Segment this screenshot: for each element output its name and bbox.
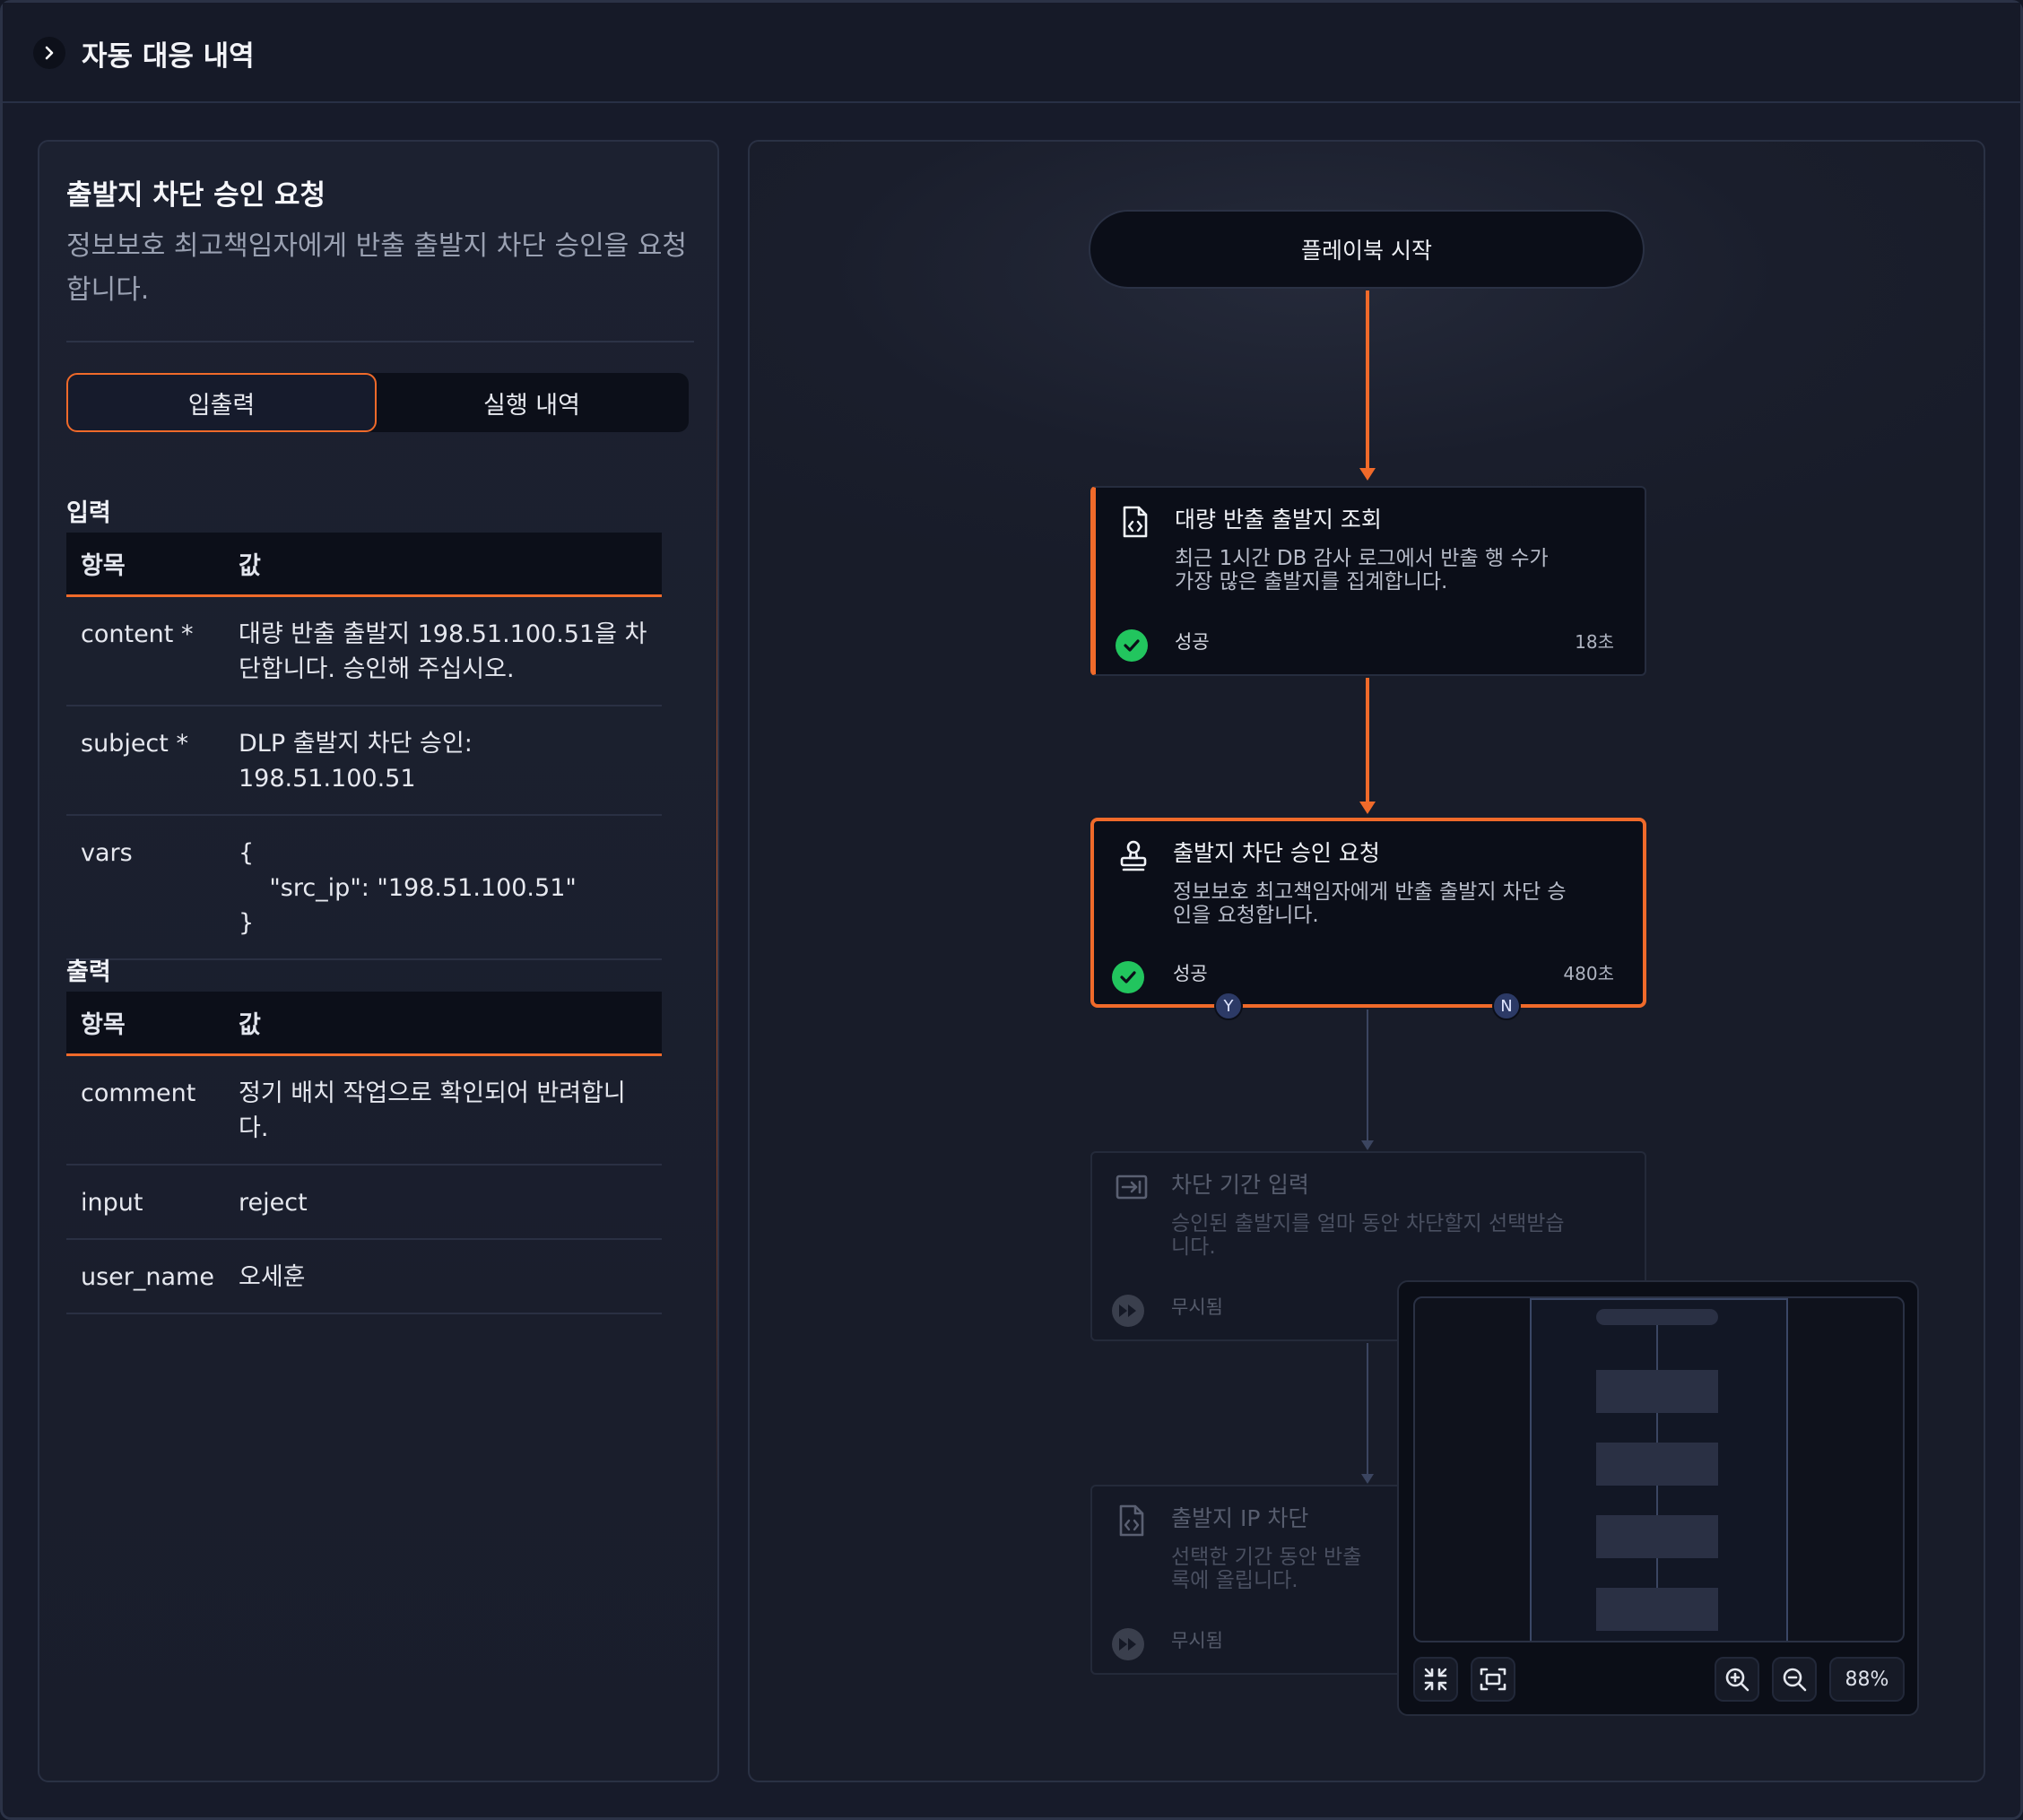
detail-title: 출발지 차단 승인 요청 [66, 179, 326, 212]
code-file-icon [1114, 1503, 1150, 1538]
table-row: input reject [66, 1166, 662, 1240]
zoom-in-icon [1725, 1668, 1750, 1692]
table-row: comment 정기 배치 작업으로 확인되어 반려합니다. [66, 1056, 662, 1166]
edge-line [1366, 290, 1369, 470]
node-description: 선택한 기간 동안 반출 록에 올립니다. [1171, 1546, 1362, 1592]
minimap-edge [1656, 1325, 1658, 1370]
node-title: 출발지 차단 승인 요청 [1173, 840, 1380, 866]
minimap-edge [1656, 1486, 1658, 1515]
fit-view-button[interactable] [1471, 1657, 1515, 1702]
zoom-level[interactable]: 88% [1829, 1657, 1905, 1702]
row-value: DLP 출발지 차단 승인: 198.51.100.51 [239, 730, 481, 793]
edge-line [1367, 1010, 1368, 1144]
minimap-panel: 88% [1397, 1280, 1919, 1716]
approval-stamp-icon [1116, 837, 1151, 873]
table-row: vars { "src_ip": "198.51.100.51" } [66, 816, 662, 960]
node-title: 대량 반출 출발지 조회 [1175, 507, 1382, 533]
node-description: 최근 1시간 DB 감사 로그에서 반출 행 수가 가장 많은 출발지를 집계합… [1175, 547, 1549, 594]
output-table: 항목 값 comment 정기 배치 작업으로 확인되어 반려합니다. inpu… [66, 992, 662, 1314]
divider [66, 341, 694, 342]
success-check-icon [1112, 961, 1144, 993]
node-description: 승인된 출발지를 얼마 동안 차단할지 선택받습니다. [1171, 1212, 1565, 1259]
row-key: content * [81, 620, 194, 648]
minimap-node [1596, 1370, 1718, 1413]
table-row: subject * DLP 출발지 차단 승인: 198.51.100.51 [66, 706, 662, 816]
node-duration: 18초 [1575, 631, 1614, 653]
detail-tabs: 입출력 실행 내역 [66, 373, 689, 432]
minimap-edge [1656, 1413, 1658, 1443]
row-key: subject * [81, 730, 188, 758]
node-status: 성공 [1175, 631, 1210, 653]
minimap-view[interactable] [1413, 1296, 1905, 1642]
flow-node-approval-request[interactable]: 출발지 차단 승인 요청 정보보호 최고책임자에게 반출 출발지 차단 승인을 … [1090, 818, 1646, 1008]
input-icon [1114, 1169, 1150, 1205]
node-duration: 480초 [1563, 963, 1614, 984]
edge-arrow [1361, 1474, 1374, 1484]
collapse-icon [1424, 1668, 1447, 1691]
playbook-canvas[interactable]: 플레이북 시작 대량 반출 출발지 조회 최근 1시간 DB 감사 로그에서 반… [748, 140, 1985, 1782]
branch-handle-yes[interactable]: Y [1214, 992, 1243, 1020]
panel-accent-line [716, 357, 717, 1522]
row-value: 오세훈 [239, 1263, 306, 1291]
tab-io[interactable]: 입출력 [66, 373, 377, 432]
node-title: 차단 기간 입력 [1171, 1172, 1309, 1198]
fit-view-icon [1480, 1668, 1506, 1691]
row-value: 대량 반출 출발지 198.51.100.51을 차단합니다. 승인해 주십시오… [239, 620, 647, 683]
zoom-out-button[interactable] [1772, 1657, 1817, 1702]
table-row: content * 대량 반출 출발지 198.51.100.51을 차단합니다… [66, 597, 662, 706]
expand-toggle-button[interactable] [33, 37, 65, 69]
minimap-toolbar: 88% [1413, 1657, 1905, 1702]
zoom-in-button[interactable] [1715, 1657, 1759, 1702]
minimap-start-node [1596, 1309, 1718, 1325]
playbook-start-node[interactable]: 플레이북 시작 [1089, 210, 1645, 289]
input-table: 항목 값 content * 대량 반출 출발지 198.51.100.51을 … [66, 533, 662, 960]
detail-description: 정보보호 최고책임자에게 반출 출발지 차단 승인을 요청합니다. [66, 230, 688, 306]
table-header: 항목 값 [66, 992, 662, 1056]
node-status: 무시됨 [1171, 1296, 1223, 1318]
node-description: 정보보호 최고책임자에게 반출 출발지 차단 승인을 요청합니다. [1173, 880, 1567, 927]
row-key: input [81, 1189, 143, 1217]
edge-arrow [1359, 468, 1376, 481]
code-file-icon [1117, 504, 1153, 540]
detail-panel: 출발지 차단 승인 요청 정보보호 최고책임자에게 반출 출발지 차단 승인을 … [38, 140, 719, 1782]
branch-handle-no[interactable]: N [1492, 992, 1521, 1020]
flow-node-query[interactable]: 대량 반출 출발지 조회 최근 1시간 DB 감사 로그에서 반출 행 수가 가… [1090, 486, 1646, 676]
minimap-edge [1656, 1558, 1658, 1588]
row-key: vars [81, 839, 133, 867]
node-title: 출발지 IP 차단 [1171, 1505, 1309, 1531]
minimap-node [1596, 1443, 1718, 1486]
row-value: 정기 배치 작업으로 확인되어 반려합니다. [239, 1079, 626, 1142]
node-status: 무시됨 [1171, 1630, 1223, 1651]
minimap-node [1596, 1588, 1718, 1631]
output-section-label: 출력 [66, 958, 111, 986]
edge-line [1367, 1343, 1368, 1478]
edge-arrow [1359, 802, 1376, 814]
skipped-icon [1112, 1295, 1144, 1327]
zoom-out-icon [1783, 1668, 1807, 1692]
page-title: 자동 대응 내역 [82, 40, 255, 73]
row-key: user_name [81, 1263, 214, 1291]
row-value: reject [239, 1189, 308, 1217]
tab-execution-history[interactable]: 실행 내역 [377, 373, 687, 432]
page-header: 자동 대응 내역 [3, 3, 2020, 103]
column-header-value: 값 [239, 552, 261, 580]
success-check-icon [1116, 629, 1148, 662]
table-header: 항목 값 [66, 533, 662, 597]
column-header-value: 값 [239, 1011, 261, 1039]
chevron-right-icon [45, 46, 54, 60]
collapse-button[interactable] [1413, 1657, 1458, 1702]
skipped-icon [1112, 1628, 1144, 1660]
node-status: 성공 [1173, 963, 1208, 984]
row-value: { "src_ip": "198.51.100.51" } [239, 839, 577, 937]
row-key: comment [81, 1079, 196, 1107]
column-header-key: 항목 [81, 552, 126, 580]
edge-arrow [1361, 1140, 1374, 1150]
edge-line [1366, 678, 1369, 803]
minimap-node [1596, 1515, 1718, 1558]
table-row: user_name 오세훈 [66, 1240, 662, 1314]
input-section-label: 입력 [66, 499, 111, 527]
column-header-key: 항목 [81, 1011, 126, 1039]
